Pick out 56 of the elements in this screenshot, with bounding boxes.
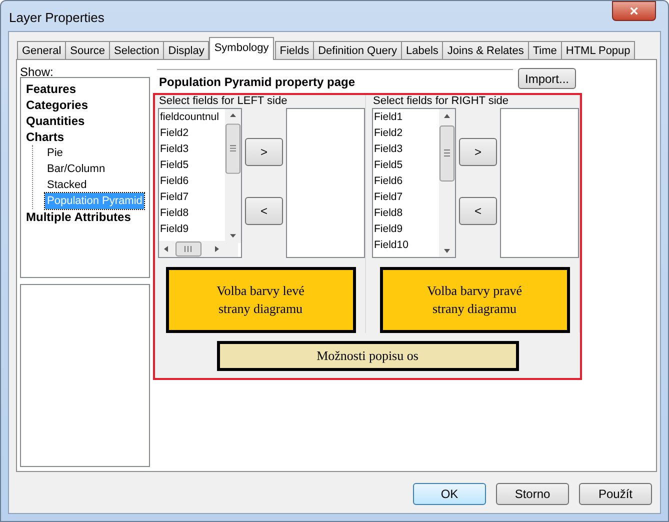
color-button[interactable]: Volba barvy levé strany diagramu — [166, 267, 356, 333]
add-button[interactable]: > — [459, 138, 497, 166]
remove-button[interactable]: < — [459, 197, 497, 225]
dialog-button[interactable]: Použít — [579, 483, 652, 505]
list-item[interactable]: Field9 — [159, 221, 189, 237]
dialog-button[interactable]: Storno — [496, 483, 569, 505]
tree-item[interactable]: Quantities — [26, 113, 85, 129]
list-item[interactable]: Field9 — [373, 221, 403, 237]
list-item[interactable]: Field8 — [159, 205, 189, 221]
show-label: Show: — [20, 64, 54, 81]
tree-item[interactable]: Features — [26, 81, 76, 97]
list-item[interactable]: Field6 — [159, 173, 189, 189]
tab[interactable]: General — [17, 41, 66, 60]
tree-item[interactable]: Pie — [45, 145, 65, 161]
color-button[interactable]: Volba barvy pravé strany diagramu — [380, 267, 570, 333]
remove-button[interactable]: < — [245, 197, 283, 225]
list-item[interactable]: Field8 — [373, 205, 403, 221]
list-item[interactable]: Field10 — [373, 237, 408, 253]
tab[interactable]: Labels — [400, 41, 444, 60]
list-item[interactable]: Field3 — [373, 141, 403, 157]
selected-field-list[interactable] — [500, 108, 579, 258]
tab[interactable]: Display — [163, 41, 210, 60]
selected-field-list[interactable] — [286, 108, 365, 258]
window-title: Layer Properties — [9, 9, 104, 27]
axis-options-button[interactable]: Možnosti popisu os — [216, 341, 518, 371]
dialog-button[interactable]: OK — [413, 483, 486, 505]
add-button[interactable]: > — [245, 138, 283, 166]
list-item[interactable]: Field7 — [373, 189, 403, 205]
tab[interactable]: Fields — [274, 41, 314, 60]
tab[interactable]: Time — [528, 41, 562, 60]
list-item[interactable]: Field5 — [159, 157, 189, 173]
list-item[interactable]: Field5 — [373, 157, 403, 173]
tab[interactable]: Joins & Relates — [442, 41, 529, 60]
tree-item[interactable]: Categories — [26, 97, 88, 113]
tree-item[interactable]: Stacked — [45, 177, 89, 193]
tab[interactable]: Definition Query — [313, 41, 402, 60]
tab[interactable]: Selection — [109, 41, 164, 60]
list-item[interactable]: Field3 — [159, 141, 189, 157]
list-item[interactable]: Field6 — [373, 173, 403, 189]
import-button[interactable]: Import... — [518, 68, 576, 89]
page-title: Population Pyramid property page — [157, 69, 513, 89]
list-item[interactable]: Field2 — [373, 125, 403, 141]
tree-item[interactable]: Multiple Attributes — [26, 209, 131, 225]
list-item[interactable]: Field1 — [373, 109, 403, 125]
tree-item[interactable]: Bar/Column — [45, 161, 108, 177]
tree-item[interactable]: Charts — [26, 129, 64, 145]
tab[interactable]: HTML Popup — [560, 41, 636, 60]
tab[interactable]: Symbology — [209, 37, 274, 60]
field-list[interactable]: fieldcountnul Field2 Field3 Field5 Field6 Field7 Field8 Field9 — [158, 108, 242, 258]
group-label: Select fields for LEFT side — [158, 95, 288, 108]
list-item[interactable]: Field2 — [159, 125, 189, 141]
field-list[interactable]: Field1 Field2 Field3 Field5 Field6 Field7 Field8 Field9 Field10 — [372, 108, 456, 258]
tab[interactable]: Source — [65, 41, 110, 60]
list-item[interactable]: Field7 — [159, 189, 189, 205]
group-label: Select fields for RIGHT side — [372, 95, 510, 108]
list-item[interactable]: fieldcountnul — [159, 109, 219, 125]
